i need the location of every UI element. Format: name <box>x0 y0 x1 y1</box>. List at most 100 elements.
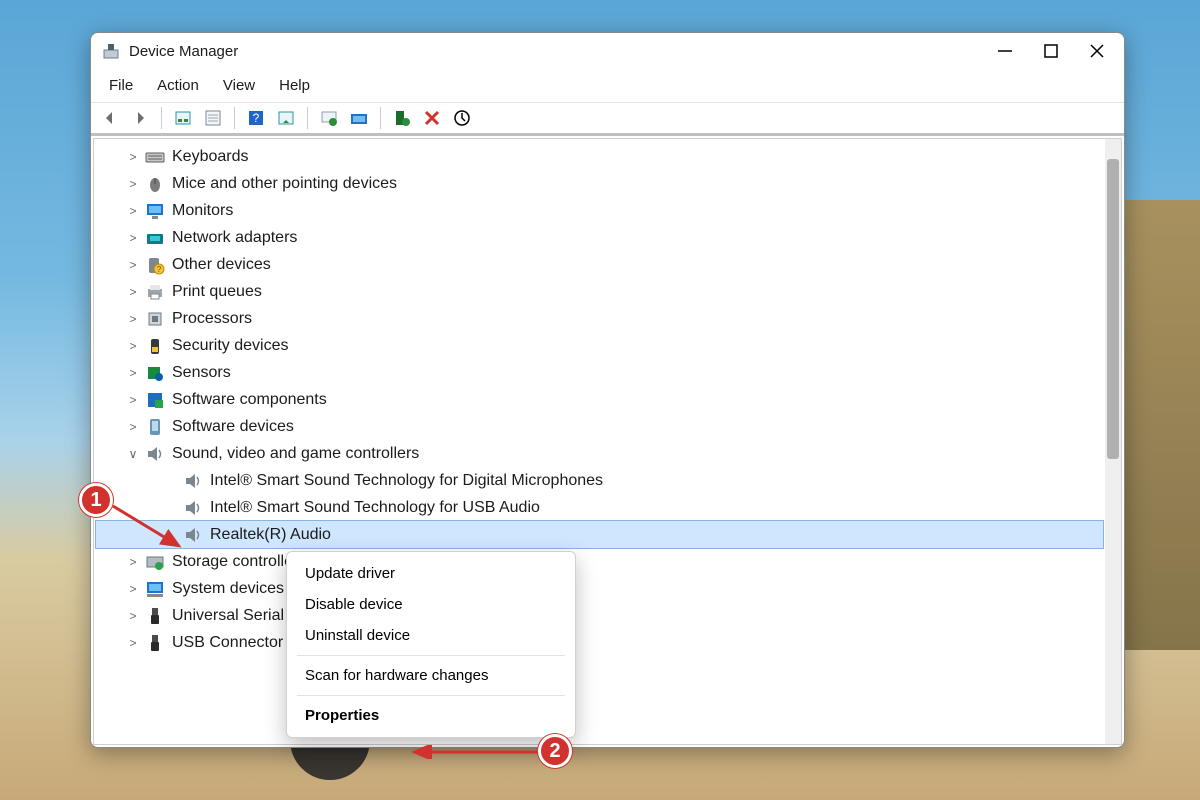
update-driver-button[interactable] <box>316 105 342 131</box>
usbconn-icon <box>144 632 166 654</box>
keyboard-icon <box>144 146 166 168</box>
menu-help[interactable]: Help <box>269 73 320 98</box>
speaker-icon <box>182 524 204 546</box>
tree-item-label: Monitors <box>172 202 233 220</box>
tree-item-label: Other devices <box>172 256 271 274</box>
forward-button[interactable] <box>127 105 153 131</box>
usb-icon <box>144 605 166 627</box>
annotation-badge-1: 1 <box>79 483 113 517</box>
tree-item-label: Realtek(R) Audio <box>210 526 331 544</box>
tree-item-label: Mice and other pointing devices <box>172 175 397 193</box>
scrollbar[interactable] <box>1105 139 1121 744</box>
tree-item-usb[interactable]: >Universal Serial Bus <box>96 602 1103 629</box>
expander-icon[interactable]: ∨ <box>126 447 140 461</box>
device-tree[interactable]: > Keyboards > Mice and other pointing devic… <box>94 139 1105 744</box>
ctx-properties[interactable]: Properties <box>287 700 575 731</box>
ctx-scan-hardware[interactable]: Scan for hardware changes <box>287 660 575 691</box>
maximize-button[interactable] <box>1028 33 1074 69</box>
network-icon <box>144 227 166 249</box>
tree-item-network[interactable]: >Network adapters <box>96 224 1103 251</box>
tree-item-keyboard[interactable]: > Keyboards <box>96 143 1103 170</box>
expander-icon[interactable]: > <box>126 609 140 623</box>
tree-item-label: Software components <box>172 391 327 409</box>
expander-icon[interactable]: > <box>126 420 140 434</box>
show-hidden-button[interactable] <box>170 105 196 131</box>
tree-item-swdev[interactable]: >Software devices <box>96 413 1103 440</box>
expander-icon[interactable] <box>164 474 178 488</box>
swdev-icon <box>144 416 166 438</box>
expander-icon[interactable]: > <box>126 312 140 326</box>
tree-item-swcomp[interactable]: > Software components <box>96 386 1103 413</box>
tree-item-sensor[interactable]: > Sensors <box>96 359 1103 386</box>
ctx-disable-device[interactable]: Disable device <box>287 589 575 620</box>
tree-item-sound-child-1[interactable]: Intel® Smart Sound Technology for USB Au… <box>96 494 1103 521</box>
tree-item-cpu[interactable]: > Processors <box>96 305 1103 332</box>
device-manager-icon <box>101 41 121 61</box>
expander-icon[interactable] <box>164 528 178 542</box>
help-button[interactable]: ? <box>243 105 269 131</box>
svg-text:?: ? <box>157 265 162 274</box>
cpu-icon <box>144 308 166 330</box>
tree-item-mouse[interactable]: > Mice and other pointing devices <box>96 170 1103 197</box>
mouse-icon <box>144 173 166 195</box>
menu-file[interactable]: File <box>99 73 143 98</box>
expander-icon[interactable]: > <box>126 150 140 164</box>
tree-item-label: Print queues <box>172 283 262 301</box>
expander-icon[interactable]: > <box>126 555 140 569</box>
expander-icon[interactable]: > <box>126 636 140 650</box>
expander-icon[interactable]: > <box>126 258 140 272</box>
disable-device-button[interactable] <box>449 105 475 131</box>
ctx-update-driver[interactable]: Update driver <box>287 558 575 589</box>
expander-icon[interactable]: > <box>126 339 140 353</box>
enable-device-button[interactable] <box>389 105 415 131</box>
scan-hardware-button[interactable] <box>346 105 372 131</box>
menubar: File Action View Help <box>91 69 1124 102</box>
back-button[interactable] <box>97 105 123 131</box>
close-button[interactable] <box>1074 33 1120 69</box>
tree-item-label: Intel® Smart Sound Technology for Digita… <box>210 472 603 490</box>
annotation-badge-2: 2 <box>538 734 572 768</box>
tree-item-other[interactable]: >? Other devices <box>96 251 1103 278</box>
tree-item-sound-child-2[interactable]: Realtek(R) Audio <box>96 521 1103 548</box>
minimize-button[interactable] <box>982 33 1028 69</box>
tree-item-sound-child-0[interactable]: Intel® Smart Sound Technology for Digita… <box>96 467 1103 494</box>
tree-item-printer[interactable]: > Print queues <box>96 278 1103 305</box>
expander-icon[interactable] <box>164 501 178 515</box>
expander-icon[interactable]: > <box>126 204 140 218</box>
printer-icon <box>144 281 166 303</box>
tree-item-sound[interactable]: ∨ Sound, video and game controllers <box>96 440 1103 467</box>
tree-item-system[interactable]: > System devices <box>96 575 1103 602</box>
expander-icon[interactable]: > <box>126 366 140 380</box>
tree-item-storage[interactable]: >Storage controllers <box>96 548 1103 575</box>
svg-text:?: ? <box>253 111 260 125</box>
monitor-icon <box>144 200 166 222</box>
tree-item-label: Sound, video and game controllers <box>172 445 419 463</box>
speaker-icon <box>182 497 204 519</box>
system-icon <box>144 578 166 600</box>
ctx-uninstall-device[interactable]: Uninstall device <box>287 620 575 651</box>
tree-item-label: System devices <box>172 580 284 598</box>
expander-icon[interactable]: > <box>126 285 140 299</box>
storage-icon <box>144 551 166 573</box>
titlebar[interactable]: Device Manager <box>91 33 1124 69</box>
tree-item-label: Sensors <box>172 364 231 382</box>
expander-icon[interactable]: > <box>126 582 140 596</box>
menu-view[interactable]: View <box>213 73 265 98</box>
expander-icon[interactable]: > <box>126 231 140 245</box>
scan-button[interactable] <box>273 105 299 131</box>
scrollbar-thumb[interactable] <box>1107 159 1119 459</box>
menu-action[interactable]: Action <box>147 73 209 98</box>
tree-item-monitor[interactable]: > Monitors <box>96 197 1103 224</box>
tree-item-security[interactable]: >Security devices <box>96 332 1103 359</box>
security-icon <box>144 335 166 357</box>
expander-icon[interactable]: > <box>126 177 140 191</box>
tree-item-label: Processors <box>172 310 252 328</box>
tree-item-label: Keyboards <box>172 148 249 166</box>
uninstall-device-button[interactable] <box>419 105 445 131</box>
speaker-icon <box>182 470 204 492</box>
tree-item-usbconn[interactable]: >USB Connector Man <box>96 629 1103 656</box>
speaker-icon <box>144 443 166 465</box>
expander-icon[interactable]: > <box>126 393 140 407</box>
properties-button[interactable] <box>200 105 226 131</box>
other-icon: ? <box>144 254 166 276</box>
